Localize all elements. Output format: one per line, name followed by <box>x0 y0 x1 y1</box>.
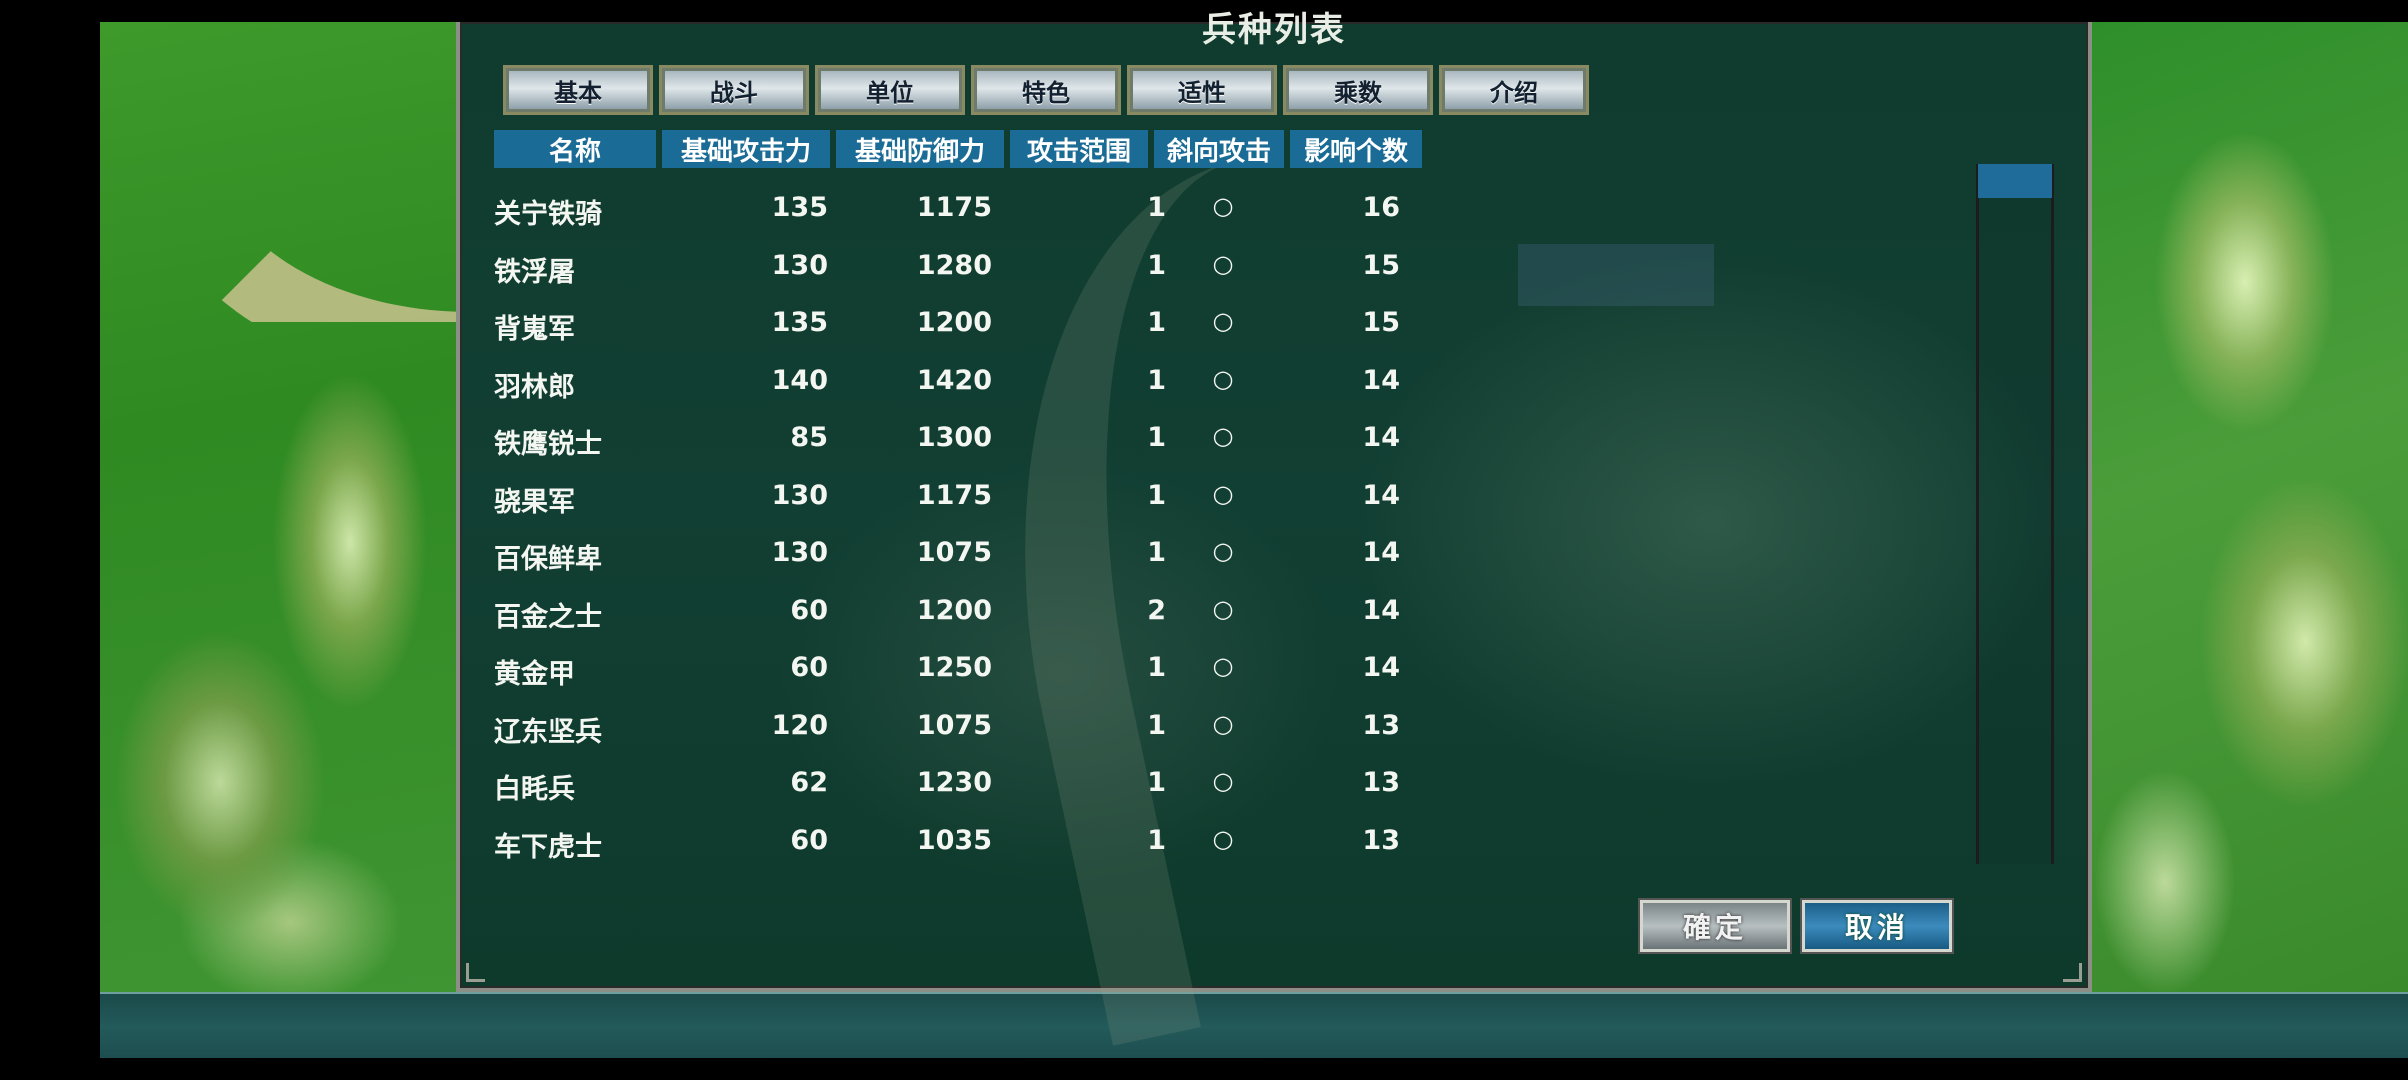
frame-corner-ornament <box>466 963 485 982</box>
tab-battle[interactable]: 战斗 <box>659 65 809 115</box>
table-row[interactable]: 羽林郎 140 1420 1 ○ 14 <box>494 357 1414 415</box>
column-header-range[interactable]: 攻击范围 <box>1010 130 1148 168</box>
table-row[interactable]: 百保鲜卑 130 1075 1 ○ 14 <box>494 529 1414 587</box>
frame-corner-ornament <box>2063 963 2082 982</box>
tab-basic[interactable]: 基本 <box>503 65 653 115</box>
tab-multiplier[interactable]: 乘数 <box>1283 65 1433 115</box>
tab-intro[interactable]: 介绍 <box>1439 65 1589 115</box>
column-header-attack[interactable]: 基础攻击力 <box>662 130 830 168</box>
tab-feature[interactable]: 特色 <box>971 65 1121 115</box>
column-header-name[interactable]: 名称 <box>494 130 656 168</box>
table-row[interactable]: 关宁铁骑 135 1175 1 ○ 16 <box>494 184 1414 242</box>
confirm-button[interactable]: 確定 <box>1638 898 1792 954</box>
screen-bezel-left <box>0 0 100 1080</box>
tab-bar: 基本 战斗 单位 特色 适性 乘数 介绍 <box>503 65 1589 115</box>
tab-aptitude[interactable]: 适性 <box>1127 65 1277 115</box>
table-row[interactable]: 百金之士 60 1200 2 ○ 14 <box>494 587 1414 645</box>
table-body: 关宁铁骑 135 1175 1 ○ 16 铁浮屠 130 1280 1 ○ 15… <box>494 184 1414 874</box>
table-row[interactable]: 铁浮屠 130 1280 1 ○ 15 <box>494 242 1414 300</box>
cell-count: 14 <box>1362 422 1400 453</box>
cell-count: 14 <box>1362 479 1400 511</box>
dialog-title: 兵种列表 <box>1202 10 1346 50</box>
screen-bezel-bottom <box>0 1058 2408 1080</box>
table-row[interactable]: 骁果军 130 1175 1 ○ 14 <box>494 472 1414 530</box>
cancel-button[interactable]: 取消 <box>1800 898 1954 954</box>
table-row[interactable]: 辽东坚兵 120 1075 1 ○ 13 <box>494 702 1414 760</box>
table-row[interactable]: 车下虎士 60 1035 1 ○ 13 <box>494 817 1414 875</box>
table-header: 名称 基础攻击力 基础防御力 攻击范围 斜向攻击 影响个数 <box>494 130 1422 168</box>
cell-count: 14 <box>1362 652 1400 683</box>
cell-count: 14 <box>1362 364 1400 396</box>
map-road-left <box>100 22 460 322</box>
scrollbar-thumb[interactable] <box>1978 164 2052 198</box>
table-row[interactable]: 铁鹰锐士 85 1300 1 ○ 14 <box>494 414 1414 472</box>
cell-count: 15 <box>1362 307 1400 338</box>
table-row[interactable]: 黄金甲 60 1250 1 ○ 14 <box>494 644 1414 702</box>
map-terrain-right <box>2085 22 2408 992</box>
cell-count: 13 <box>1362 824 1400 856</box>
cell-count: 14 <box>1362 594 1400 626</box>
cell-count: 13 <box>1362 767 1400 798</box>
cell-count: 13 <box>1362 709 1400 741</box>
table-row[interactable]: 背嵬军 135 1200 1 ○ 15 <box>494 299 1414 357</box>
column-header-diagonal[interactable]: 斜向攻击 <box>1154 130 1284 168</box>
table-row[interactable]: 白眊兵 62 1230 1 ○ 13 <box>494 759 1414 817</box>
column-header-count[interactable]: 影响个数 <box>1290 130 1422 168</box>
cell-count: 14 <box>1362 537 1400 568</box>
scrollbar-track[interactable] <box>1976 164 2054 864</box>
column-header-defense[interactable]: 基础防御力 <box>836 130 1004 168</box>
tab-unit[interactable]: 单位 <box>815 65 965 115</box>
cell-count: 15 <box>1362 249 1400 281</box>
cell-count: 16 <box>1362 192 1400 223</box>
map-city-label <box>1518 244 1714 306</box>
unit-list-dialog: 兵种列表 基本 战斗 单位 特色 适性 乘数 介绍 名称 基础攻击力 基础防御力… <box>456 10 2092 1046</box>
